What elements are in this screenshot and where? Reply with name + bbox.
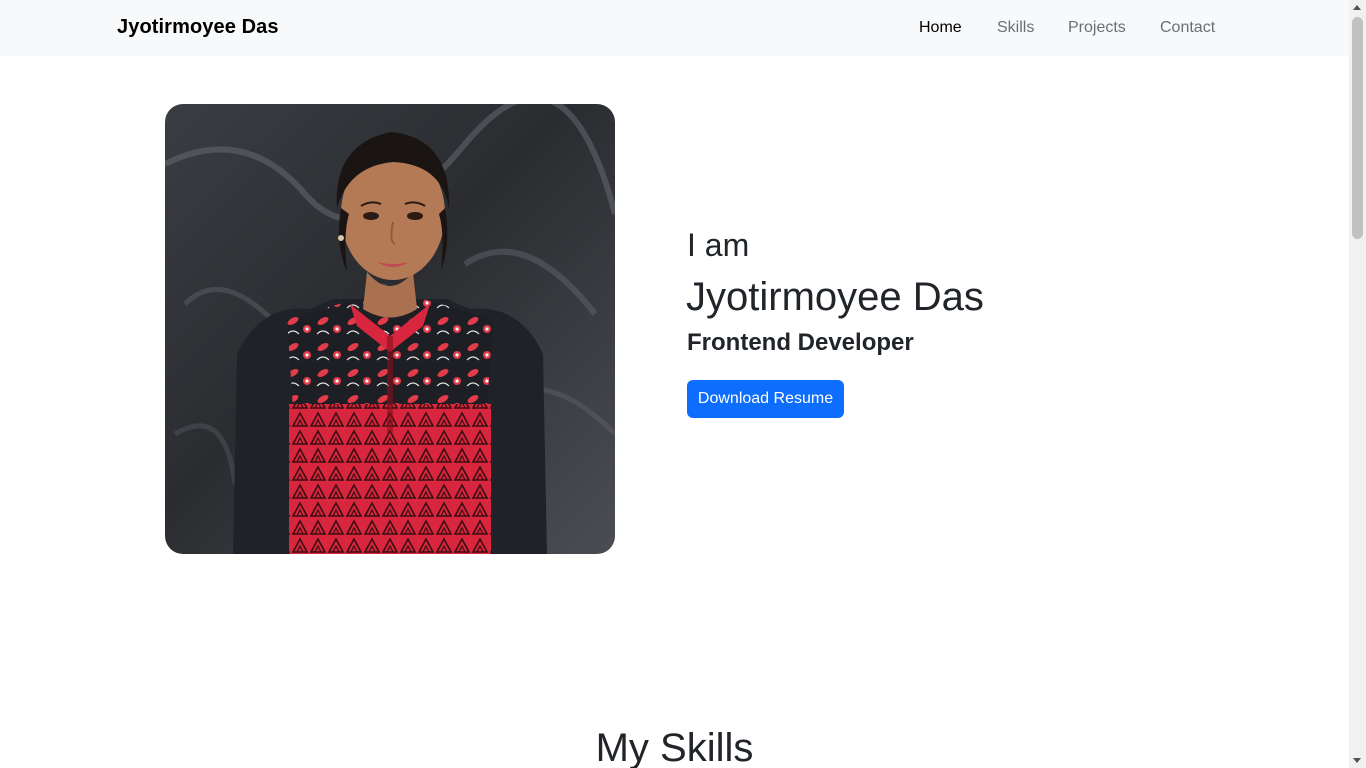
profile-photo — [165, 104, 615, 554]
navbar: Jyotirmoyee Das Home Skills Projects Con… — [0, 0, 1349, 56]
hero-name: Jyotirmoyee Das — [686, 275, 984, 319]
skills-section-title: My Skills — [595, 726, 754, 768]
vertical-scrollbar[interactable] — [1349, 0, 1366, 768]
nav-link-home[interactable]: Home — [919, 18, 962, 38]
scroll-up-arrow-icon[interactable] — [1353, 5, 1361, 10]
nav-link-skills[interactable]: Skills — [997, 18, 1034, 38]
nav-link-projects[interactable]: Projects — [1068, 18, 1126, 38]
scroll-down-arrow-icon[interactable] — [1353, 758, 1361, 763]
hero-intro: I am — [687, 227, 750, 263]
nav-link-contact[interactable]: Contact — [1160, 18, 1215, 38]
hero-role: Frontend Developer — [687, 329, 914, 356]
scrollbar-thumb[interactable] — [1352, 17, 1363, 239]
nav-links: Home Skills Projects Contact — [0, 18, 1349, 40]
download-resume-button[interactable]: Download Resume — [687, 380, 844, 418]
